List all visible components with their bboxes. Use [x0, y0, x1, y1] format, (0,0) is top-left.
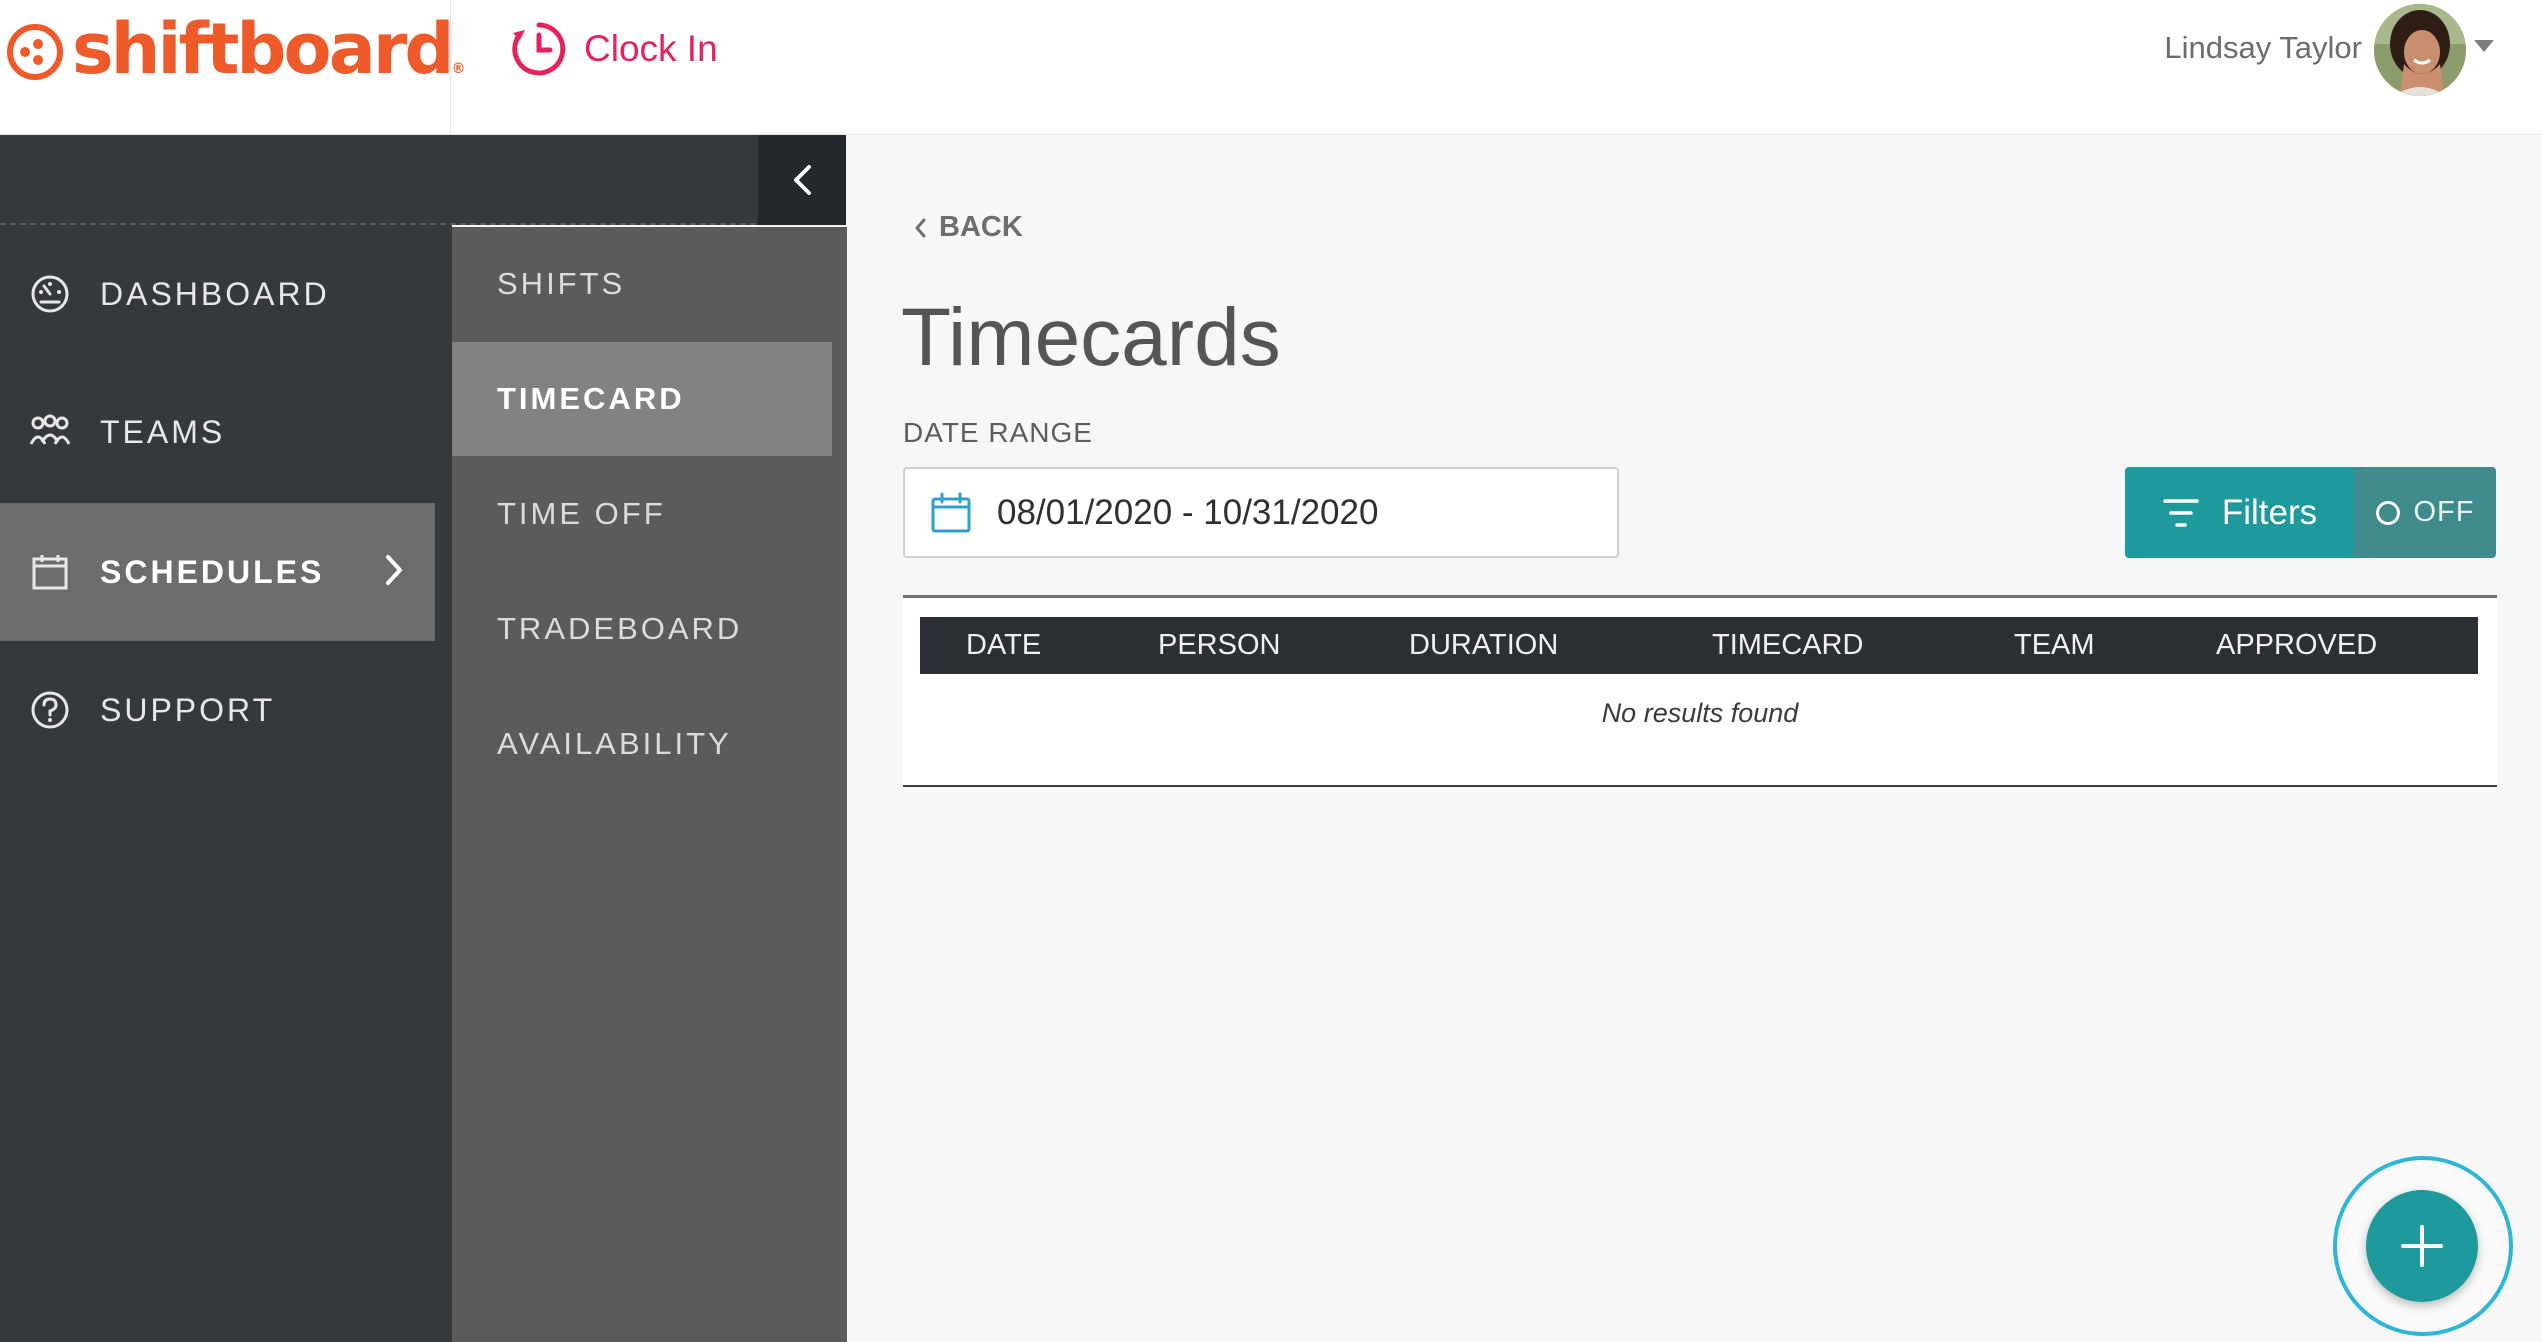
chevron-right-icon: [386, 555, 402, 585]
subnav-item-label: TIMECARD: [497, 381, 685, 416]
subnav-item-availability[interactable]: AVAILABILITY: [452, 687, 832, 801]
main-content: BACK Timecards DATE RANGE 08/01/2020 - 1…: [847, 135, 2542, 1342]
subnav-item-timecard[interactable]: TIMECARD: [452, 342, 832, 456]
calendar-icon: [931, 492, 971, 532]
sidebar-item-label: SCHEDULES: [100, 553, 325, 590]
sidebar: DASHBOARD TEAMS SCHEDULES SUPPORT: [0, 135, 846, 1342]
calendar-icon: [28, 550, 72, 594]
date-range-value: 08/01/2020 - 10/31/2020: [997, 492, 1379, 532]
sidebar-top-bar: [0, 135, 846, 225]
app-header: shiftboard® Clock In Lindsay Taylor: [0, 0, 2542, 135]
schedules-subnav: SHIFTS TIMECARD TIME OFF TRADEBOARD AVAI…: [452, 227, 847, 1342]
filters-button[interactable]: Filters OFF: [2125, 467, 2496, 558]
subnav-item-tradeboard[interactable]: TRADEBOARD: [452, 572, 832, 686]
question-circle-icon: [28, 688, 72, 732]
filters-toggle[interactable]: OFF: [2354, 467, 2496, 558]
back-label: BACK: [939, 211, 1023, 243]
sidebar-item-dashboard[interactable]: DASHBOARD: [0, 225, 452, 363]
chevron-left-icon: [915, 218, 926, 237]
clock-in-button[interactable]: Clock In: [510, 18, 718, 80]
sidebar-item-support[interactable]: SUPPORT: [0, 641, 452, 779]
sidebar-item-label: SUPPORT: [100, 691, 276, 728]
filters-main[interactable]: Filters: [2125, 467, 2354, 558]
clock-icon: [512, 22, 566, 76]
brand-name: shiftboard®: [72, 8, 466, 90]
avatar[interactable]: [2374, 4, 2466, 96]
brand-registered-mark: ®: [451, 61, 466, 77]
plus-icon: [2401, 1225, 2443, 1267]
gauge-icon: [28, 272, 72, 316]
date-range-input[interactable]: 08/01/2020 - 10/31/2020: [903, 467, 1619, 558]
shiftboard-logo-icon: [7, 24, 63, 80]
subnav-item-label: AVAILABILITY: [497, 726, 732, 761]
sidebar-item-teams[interactable]: TEAMS: [0, 363, 452, 501]
timecards-table: DATE PERSON DURATION TIMECARD TEAM APPRO…: [903, 595, 2497, 787]
toggle-circle-icon: [2375, 500, 2400, 525]
column-header-team[interactable]: TEAM: [2014, 617, 2095, 674]
user-name[interactable]: Lindsay Taylor: [2164, 28, 2362, 68]
column-header-date[interactable]: DATE: [966, 617, 1041, 674]
page-title: Timecards: [901, 292, 1281, 383]
date-range-label: DATE RANGE: [903, 417, 1093, 448]
people-icon: [28, 410, 72, 454]
sidebar-item-label: TEAMS: [100, 413, 226, 450]
subnav-item-label: TIME OFF: [497, 496, 666, 531]
column-header-person[interactable]: PERSON: [1158, 617, 1280, 674]
subnav-item-label: SHIFTS: [497, 266, 626, 301]
table-header-row: DATE PERSON DURATION TIMECARD TEAM APPRO…: [920, 617, 2478, 674]
filters-state: OFF: [2413, 496, 2475, 528]
column-header-timecard[interactable]: TIMECARD: [1712, 617, 1863, 674]
clock-in-label: Clock In: [584, 28, 718, 69]
chevron-left-icon: [794, 165, 811, 195]
avatar-image: [2374, 4, 2466, 96]
filter-icon: [2163, 498, 2199, 527]
back-button[interactable]: BACK: [913, 211, 1023, 244]
collapse-sidebar-button[interactable]: [758, 135, 846, 225]
empty-results-message: No results found: [1601, 698, 1799, 728]
subnav-item-time-off[interactable]: TIME OFF: [452, 457, 832, 571]
user-menu-caret-icon[interactable]: [2474, 40, 2494, 52]
sidebar-item-schedules[interactable]: SCHEDULES: [0, 503, 435, 641]
column-header-approved[interactable]: APPROVED: [2216, 617, 2377, 674]
filters-label: Filters: [2221, 492, 2318, 532]
sidebar-item-label: DASHBOARD: [100, 275, 330, 312]
column-header-duration[interactable]: DURATION: [1409, 617, 1558, 674]
subnav-item-label: TRADEBOARD: [497, 611, 743, 646]
add-timecard-button[interactable]: [2366, 1190, 2478, 1302]
subnav-item-shifts[interactable]: SHIFTS: [452, 227, 832, 341]
brand[interactable]: shiftboard®: [0, 0, 465, 135]
